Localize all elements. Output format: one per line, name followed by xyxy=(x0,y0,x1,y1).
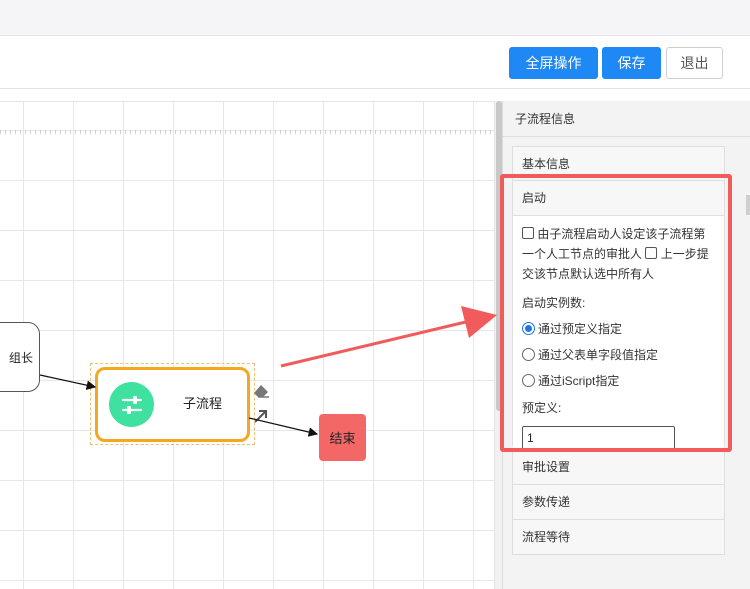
radio-parent-field-label: 通过父表单字段值指定 xyxy=(538,348,659,362)
section-wait-header[interactable]: 流程等待 xyxy=(513,520,724,554)
approval-node-label: 组长 xyxy=(8,350,33,365)
radio-predefined-label: 通过预定义指定 xyxy=(538,322,623,336)
flow-canvas[interactable] xyxy=(0,101,494,589)
radio-parent-field-button[interactable] xyxy=(522,348,535,361)
panel-title: 子流程信息 xyxy=(503,101,750,137)
section-start-body: 由子流程启动人设定该子流程第一个人工节点的审批人 上一步提交该节点默认选中所有人… xyxy=(513,215,724,450)
section-approval[interactable]: 审批设置 xyxy=(512,449,725,485)
subprocess-node[interactable]: 子流程 xyxy=(95,367,250,442)
section-params[interactable]: 参数传递 xyxy=(512,484,725,520)
section-start-header[interactable]: 启动 xyxy=(513,181,724,215)
radio-iscript-button[interactable] xyxy=(522,374,535,387)
radio-iscript-label: 通过iScript指定 xyxy=(538,374,620,388)
subprocess-label: 子流程 xyxy=(183,396,223,411)
canvas-grid xyxy=(0,102,494,589)
canvas-ruler xyxy=(0,130,494,134)
end-node[interactable]: 结束 xyxy=(319,414,366,461)
subprocess-icon xyxy=(109,382,154,427)
section-start: 启动 由子流程启动人设定该子流程第一个人工节点的审批人 上一步提交该节点默认选中… xyxy=(512,180,725,450)
checkbox-designate-approver[interactable] xyxy=(522,227,534,239)
radio-parent-field[interactable]: 通过父表单字段值指定 xyxy=(522,346,715,363)
window-top-strip xyxy=(0,0,750,36)
start-options: 由子流程启动人设定该子流程第一个人工节点的审批人 上一步提交该节点默认选中所有人 xyxy=(522,224,715,284)
section-wait[interactable]: 流程等待 xyxy=(512,519,725,555)
eraser-icon[interactable] xyxy=(252,383,270,402)
section-params-header[interactable]: 参数传递 xyxy=(513,485,724,519)
predefined-input[interactable] xyxy=(522,426,675,450)
radio-predefined[interactable]: 通过预定义指定 xyxy=(522,320,715,337)
connect-arrow-icon[interactable] xyxy=(253,408,269,427)
approval-node[interactable]: 组长 xyxy=(0,322,40,392)
section-basic-header[interactable]: 基本信息 xyxy=(513,147,724,181)
section-basic[interactable]: 基本信息 xyxy=(512,146,725,182)
save-button[interactable]: 保存 xyxy=(602,47,661,79)
fullscreen-button[interactable]: 全屏操作 xyxy=(509,47,598,79)
panel-edge-grip xyxy=(746,195,750,215)
predefined-label: 预定义: xyxy=(522,401,562,415)
instances-label: 启动实例数: xyxy=(522,296,586,310)
toolbar: 全屏操作 保存 退出 xyxy=(0,37,750,89)
section-approval-header[interactable]: 审批设置 xyxy=(513,450,724,484)
end-node-label: 结束 xyxy=(329,431,356,446)
properties-panel: 子流程信息 基本信息 启动 由子流程启动人设定该子流程第一个人工节点的审批人 上… xyxy=(502,101,750,589)
radio-iscript[interactable]: 通过iScript指定 xyxy=(522,372,715,389)
exit-button[interactable]: 退出 xyxy=(666,47,723,79)
checkbox-select-all[interactable] xyxy=(645,247,658,259)
radio-predefined-button[interactable] xyxy=(522,322,535,335)
canvas-scrollbar[interactable] xyxy=(494,101,502,589)
